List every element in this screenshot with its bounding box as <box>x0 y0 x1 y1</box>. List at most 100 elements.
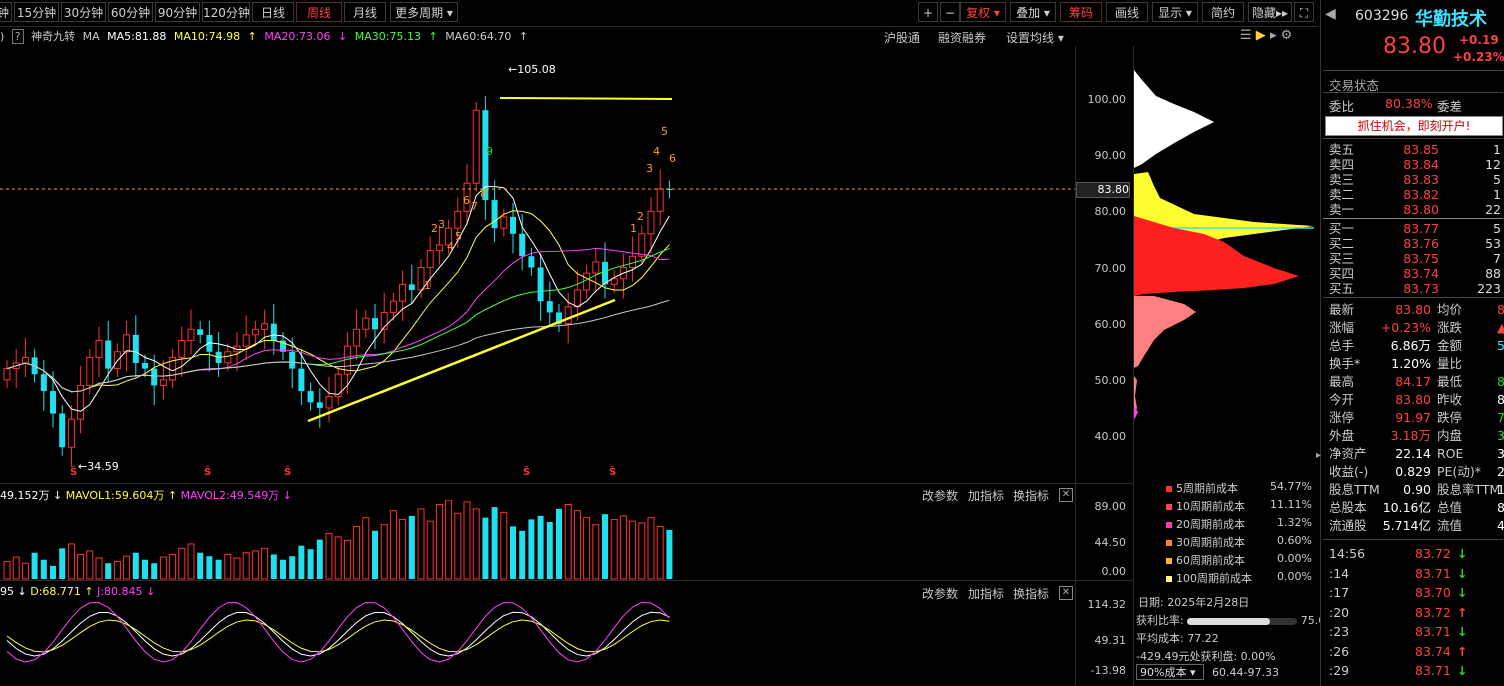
price-axis-label: 40.00 <box>1094 430 1127 443</box>
order-book-row[interactable]: 卖三 83.83 5 <box>1329 172 1504 187</box>
chip-legend-label: 60周期前成本 <box>1176 554 1245 567</box>
stat-value: 7 <box>1497 410 1504 425</box>
list-icon[interactable]: ☰ <box>1240 28 1252 43</box>
stat-value: 84.17 <box>1395 374 1431 389</box>
tick-price: 83.74 <box>1415 643 1451 659</box>
period-minute-button[interactable]: 钟 <box>0 2 12 22</box>
settings-gear-icon[interactable]: ⚙ <box>1281 28 1293 43</box>
display-button[interactable]: 显示 ▾ <box>1152 2 1198 22</box>
hk-connect-link[interactable]: 沪股通 <box>884 29 920 46</box>
candle-body <box>362 317 370 330</box>
tick-row: 14:56 83.72 ↓ <box>1329 546 1504 561</box>
marker-icon[interactable]: ▸ <box>1270 28 1277 43</box>
kdj-k-line <box>6 611 670 657</box>
order-book-row[interactable]: 买五 83.73 223 <box>1329 281 1504 296</box>
more-periods-button[interactable]: 更多周期 ▾ <box>390 2 458 22</box>
hide-button[interactable]: 隐藏▸▸ <box>1248 2 1292 22</box>
order-book-row[interactable]: 买二 83.76 53 <box>1329 236 1504 251</box>
order-book-row[interactable]: 卖二 83.82 1 <box>1329 187 1504 202</box>
candle-body <box>59 413 66 448</box>
tick-row: :17 83.70 ↓ <box>1329 585 1504 600</box>
period-30min-button[interactable]: 30分钟 <box>61 2 106 22</box>
candle-group <box>3 96 673 467</box>
period-15min-button[interactable]: 15分钟 <box>14 2 59 22</box>
level-qty: 1 <box>1493 187 1501 202</box>
candle-body <box>270 323 277 341</box>
candle-body <box>224 351 232 364</box>
kline-chart[interactable] <box>0 46 1075 483</box>
sell-signal-icon: Ŝ <box>284 467 292 478</box>
tick-price: 83.71 <box>1415 663 1451 678</box>
nine-turn-label[interactable]: 神奇九转 <box>31 30 75 43</box>
candle-body <box>510 216 516 234</box>
nine-turn-label: 5 <box>661 125 668 138</box>
tick-down-arrow-icon: ↓ <box>1457 565 1468 581</box>
prev-stock-icon[interactable]: ◀ <box>1325 6 1336 22</box>
tick-price: 83.71 <box>1415 624 1451 639</box>
volume-bar <box>343 539 351 580</box>
volume-bar <box>610 518 618 580</box>
simple-button[interactable]: 简约 <box>1202 2 1244 22</box>
chip-legend-item: 60周期前成本 0.00% <box>1166 552 1316 568</box>
period-month-button[interactable]: 月线 <box>344 2 386 22</box>
stat-label: 今开 <box>1329 392 1355 407</box>
chip-legend-value: 1.32% <box>1277 516 1312 529</box>
stat-value: 22.14 <box>1395 446 1431 461</box>
draw-line-button[interactable]: 画线 <box>1106 2 1148 22</box>
level-label: 买五 <box>1329 281 1355 296</box>
order-book-row[interactable]: 卖四 83.84 12 <box>1329 157 1504 172</box>
overlay-button[interactable]: 叠加 ▾ <box>1010 2 1056 22</box>
chip-legend-label: 20周期前成本 <box>1176 518 1245 531</box>
cost-select[interactable]: 90%成本 ▾ <box>1136 664 1204 680</box>
stat-value: 83.80 <box>1395 302 1431 317</box>
set-ma-link[interactable]: 设置均线 ▾ <box>1006 29 1064 46</box>
candle-body <box>40 374 47 392</box>
order-book-row[interactable]: 卖五 83.85 1 <box>1329 142 1504 157</box>
period-60min-button[interactable]: 60分钟 <box>108 2 153 22</box>
level-qty: 88 <box>1485 266 1501 281</box>
nine-turn-label: 1 <box>630 222 637 235</box>
order-book-row[interactable]: 买三 83.75 7 <box>1329 251 1504 266</box>
avg-cost: 平均成本: 77.22 <box>1136 632 1219 645</box>
volume-bar <box>445 500 453 580</box>
period-week-button[interactable]: 周线 <box>296 2 342 22</box>
order-book-row[interactable]: 卖一 83.80 22 <box>1329 202 1504 217</box>
order-book-row[interactable]: 买四 83.74 88 <box>1329 266 1504 281</box>
zoom-in-button[interactable]: + <box>918 2 938 22</box>
level-label: 买三 <box>1329 251 1355 266</box>
volume-bar <box>472 508 480 580</box>
level-price: 83.84 <box>1403 157 1439 172</box>
volume-bar <box>251 550 259 580</box>
zoom-out-button[interactable]: − <box>940 2 960 22</box>
volume-bars <box>3 500 673 580</box>
period-120min-button[interactable]: 120分钟 <box>202 2 250 22</box>
tick-down-arrow-icon: ↓ <box>1457 624 1468 639</box>
stat-value: 1.20% <box>1391 356 1431 371</box>
stat-value: 478 <box>1497 518 1504 533</box>
volume-bar <box>325 532 333 580</box>
profit-ratio-row: 获利比率: 75.69% <box>1136 612 1343 628</box>
stock-price: 83.80 <box>1383 34 1446 59</box>
order-book-row[interactable]: 买一 83.77 5 <box>1329 221 1504 236</box>
period-day-button[interactable]: 日线 <box>252 2 294 22</box>
fullscreen-icon[interactable]: ⛶ <box>1294 2 1314 22</box>
level-price: 83.80 <box>1403 202 1439 217</box>
promo-banner[interactable]: 抓住机会，即刻开户! <box>1325 116 1503 136</box>
ma30-value: MA30:75.13 ↑ <box>354 30 438 43</box>
flag-icon[interactable]: ▶ <box>1256 28 1266 43</box>
kdj-j-value: J:80.845 <box>97 585 143 598</box>
chip-legend-value: 54.77% <box>1270 480 1312 493</box>
tick-time: :23 <box>1329 624 1350 639</box>
period-90min-button[interactable]: 90分钟 <box>155 2 200 22</box>
level-label: 买四 <box>1329 266 1355 281</box>
chip-button[interactable]: 筹码 <box>1060 2 1102 22</box>
panel-collapse-icon[interactable]: ▸ <box>1316 450 1321 461</box>
help-icon[interactable]: ? <box>11 29 24 44</box>
resistance-line <box>499 97 673 100</box>
profit-ratio-fill <box>1187 617 1271 625</box>
stat-value: 10.16亿 <box>1382 500 1431 515</box>
tick-time: 14:56 <box>1329 546 1366 561</box>
period-toolbar: 钟 15分钟 30分钟 60分钟 90分钟 120分钟 日线 周线 月线 更多周… <box>0 0 1318 27</box>
margin-trading-link[interactable]: 融资融券 <box>938 29 986 46</box>
adjust-button[interactable]: 复权 ▾ <box>960 2 1006 22</box>
